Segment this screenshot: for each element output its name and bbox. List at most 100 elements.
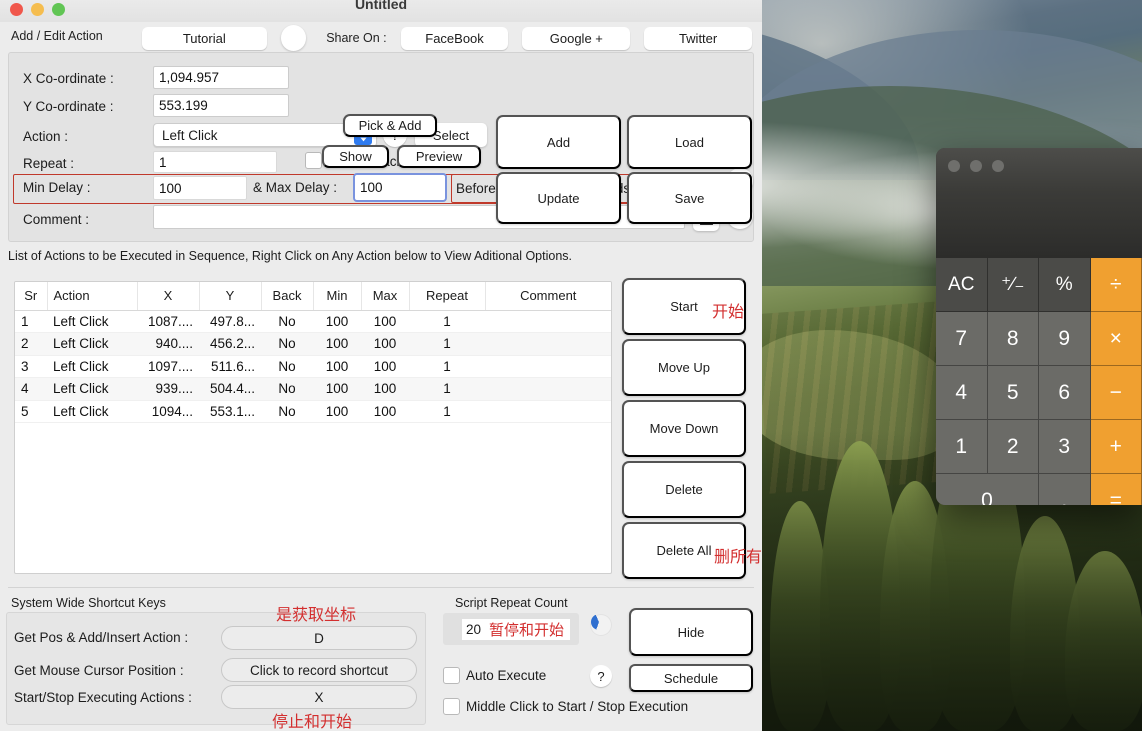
share-facebook-button[interactable]: FaceBook (401, 27, 509, 50)
move-up-button[interactable]: Move Up (622, 339, 746, 396)
column-header-min[interactable]: Min (313, 282, 361, 310)
table-row[interactable]: 5Left Click1094...553.1...No1001001 (15, 400, 611, 423)
calculator-minimize-button[interactable] (970, 160, 982, 172)
calculator-key-9[interactable]: 9 (1039, 312, 1091, 366)
cell-back: No (261, 400, 313, 423)
x-coordinate-input[interactable]: 1,094.957 (153, 66, 289, 89)
schedule-button[interactable]: Schedule (629, 664, 753, 692)
max-delay-input[interactable]: 100 (353, 173, 447, 202)
calculator-key-2[interactable]: 2 (988, 420, 1040, 474)
calculator-key-[interactable]: ⁺∕₋ (988, 258, 1040, 312)
tutorial-toggle[interactable] (281, 25, 306, 51)
table-row[interactable]: 1Left Click1087....497.8...No1001001 (15, 310, 611, 333)
delete-button[interactable]: Delete (622, 461, 746, 518)
column-header-x[interactable]: X (137, 282, 199, 310)
auto-execute-checkbox[interactable] (443, 667, 460, 684)
calculator-traffic-lights[interactable] (948, 160, 1004, 172)
delete-all-annotation: 删所有 (714, 543, 762, 567)
cell-min: 100 (313, 310, 361, 333)
calculator-key-8[interactable]: 8 (988, 312, 1040, 366)
cell-comment (485, 333, 611, 356)
share-twitter-button[interactable]: Twitter (644, 27, 752, 50)
repeat-label: Repeat : (23, 156, 74, 171)
progress-spinner-icon (590, 614, 612, 636)
calculator-window[interactable]: AC⁺∕₋%÷ 789× 456− 123+0.= (936, 148, 1142, 505)
column-header-comment[interactable]: Comment (485, 282, 611, 310)
cell-action: Left Click (47, 378, 137, 401)
update-button[interactable]: Update (496, 172, 621, 224)
column-header-back[interactable]: Back (261, 282, 313, 310)
script-repeat-count-label: Script Repeat Count (455, 596, 568, 610)
x-coordinate-label: X Co-ordinate : (23, 71, 114, 86)
table-row[interactable]: 4Left Click939....504.4...No1001001 (15, 378, 611, 401)
add-button[interactable]: Add (496, 115, 621, 169)
calculator-keypad[interactable]: AC⁺∕₋%÷ 789× 456− 123+0.= (936, 258, 1142, 505)
script-repeat-count-value: 20 (466, 622, 481, 637)
calculator-key-[interactable]: = (1091, 474, 1142, 505)
calculator-zoom-button[interactable] (992, 160, 1004, 172)
cursor-back-checkbox[interactable] (305, 152, 322, 169)
calculator-key-6[interactable]: 6 (1039, 366, 1091, 420)
load-button[interactable]: Load (627, 115, 752, 169)
get-pos-shortcut-button[interactable]: D (221, 626, 417, 650)
calculator-key-[interactable]: . (1039, 474, 1091, 505)
calculator-key-[interactable]: × (1091, 312, 1142, 366)
table-row[interactable]: 3Left Click1097....511.6...No1001001 (15, 355, 611, 378)
calculator-key-3[interactable]: 3 (1039, 420, 1091, 474)
calculator-key-5[interactable]: 5 (988, 366, 1040, 420)
calculator-key-[interactable]: − (1091, 366, 1142, 420)
calculator-key-[interactable]: ÷ (1091, 258, 1142, 312)
column-header-y[interactable]: Y (199, 282, 261, 310)
cell-repeat: 1 (409, 400, 485, 423)
middle-click-checkbox[interactable] (443, 698, 460, 715)
calculator-key-[interactable]: % (1039, 258, 1091, 312)
column-header-max[interactable]: Max (361, 282, 409, 310)
app-titlebar[interactable]: Untitled (0, 0, 762, 22)
column-header-repeat[interactable]: Repeat (409, 282, 485, 310)
get-cursor-shortcut-button[interactable]: Click to record shortcut (221, 658, 417, 682)
calculator-key-7[interactable]: 7 (936, 312, 988, 366)
calculator-key-1[interactable]: 1 (936, 420, 988, 474)
script-repeat-annotation: 暂停和开始 (489, 619, 564, 640)
calculator-close-button[interactable] (948, 160, 960, 172)
calculator-titlebar[interactable] (936, 148, 1142, 258)
list-action-buttons[interactable]: Start Move Up Move Down Delete Delete Al… (622, 278, 754, 583)
preview-button[interactable]: Preview (397, 145, 481, 168)
share-toolbar[interactable]: Tutorial Share On : FaceBook Google + Tw… (0, 22, 762, 54)
calculator-key-0[interactable]: 0 (936, 474, 1039, 505)
save-button[interactable]: Save (627, 172, 752, 224)
action-list-table[interactable]: SrActionXYBackMinMaxRepeatComment 1Left … (15, 282, 611, 423)
script-repeat-count-input[interactable]: 20 暂停和开始 (462, 619, 570, 640)
table-row[interactable]: 2Left Click940....456.2...No1001001 (15, 333, 611, 356)
table-header: SrActionXYBackMinMaxRepeatComment (15, 282, 611, 310)
hide-button[interactable]: Hide (629, 608, 753, 656)
cell-max: 100 (361, 310, 409, 333)
calculator-key-AC[interactable]: AC (936, 258, 988, 312)
cell-min: 100 (313, 333, 361, 356)
calculator-key-[interactable]: + (1091, 420, 1142, 474)
cell-action: Left Click (47, 310, 137, 333)
move-down-button[interactable]: Move Down (622, 400, 746, 457)
repeat-input[interactable]: 1 (153, 151, 277, 173)
get-cursor-label: Get Mouse Cursor Position : (14, 663, 184, 678)
calculator-key-4[interactable]: 4 (936, 366, 988, 420)
shortcut-panel: Get Pos & Add/Insert Action : D Get Mous… (6, 612, 426, 725)
table-body[interactable]: 1Left Click1087....497.8...No10010012Lef… (15, 310, 611, 423)
start-stop-annotation: 停止和开始 (272, 708, 352, 731)
start-stop-label: Start/Stop Executing Actions : (14, 690, 192, 705)
min-delay-input[interactable]: 100 (153, 176, 247, 200)
cell-action: Left Click (47, 400, 137, 423)
shortcut-section-label: System Wide Shortcut Keys (11, 596, 166, 610)
share-google-plus-button[interactable]: Google + (522, 27, 630, 50)
column-header-sr[interactable]: Sr (15, 282, 47, 310)
pick-and-add-button[interactable]: Pick & Add (343, 114, 437, 137)
y-coordinate-input[interactable]: 553.199 (153, 94, 289, 117)
tutorial-button[interactable]: Tutorial (142, 27, 267, 50)
start-stop-shortcut-button[interactable]: X (221, 685, 417, 709)
auto-execute-help-button[interactable]: ? (590, 665, 612, 687)
share-on-label: Share On : (326, 31, 386, 45)
action-list-table-container[interactable]: SrActionXYBackMinMaxRepeatComment 1Left … (14, 281, 612, 574)
show-button[interactable]: Show (322, 145, 389, 168)
auto-clicker-window[interactable]: Untitled Tutorial Share On : FaceBook Go… (0, 0, 762, 731)
column-header-action[interactable]: Action (47, 282, 137, 310)
